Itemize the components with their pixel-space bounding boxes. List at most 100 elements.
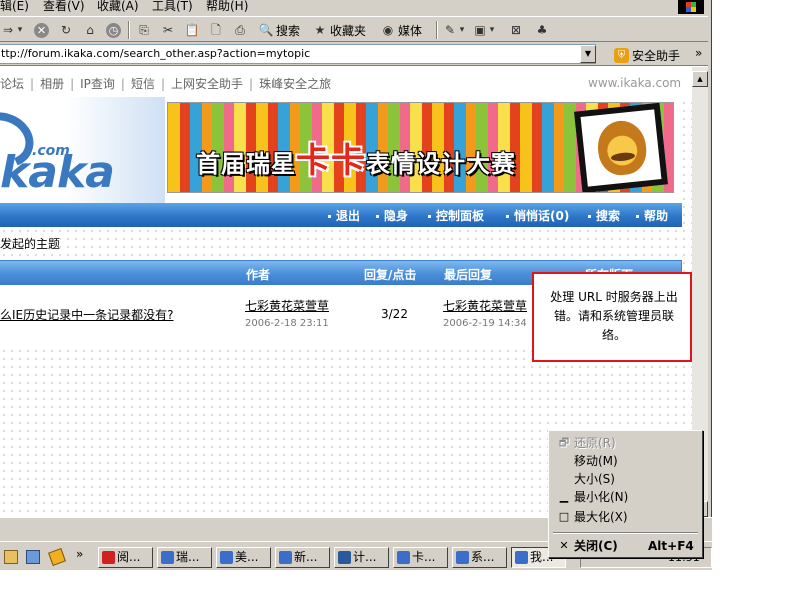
copy-icon: ⎘ bbox=[139, 23, 149, 37]
media-label: 媒体 bbox=[398, 23, 423, 38]
control-panel-link[interactable]: 控制面板 bbox=[428, 207, 484, 224]
cut-button[interactable]: ✂ bbox=[160, 21, 176, 39]
menu-move[interactable]: 移动(M) bbox=[551, 452, 700, 470]
paste-button[interactable]: 📋 bbox=[184, 21, 200, 39]
menu-minimize[interactable]: ▁ 最小化(N) bbox=[551, 488, 700, 506]
favorites-button[interactable]: ★ 收藏夹 bbox=[312, 21, 366, 39]
last-reply-author-link[interactable]: 七彩黄花菜萱草 bbox=[443, 297, 527, 314]
taskbar-button[interactable]: 阅... bbox=[98, 547, 153, 568]
top-nav-security-helper[interactable]: 上网安全助手 bbox=[171, 77, 243, 91]
taskbar-button[interactable]: 计... bbox=[334, 547, 389, 568]
nav-divider: | bbox=[70, 77, 75, 91]
top-nav-everest-tour[interactable]: 珠峰安全之旅 bbox=[259, 77, 331, 91]
ie-icon bbox=[515, 551, 528, 564]
top-nav-forum[interactable]: 论坛 bbox=[0, 77, 24, 91]
messages-link[interactable]: 悄悄话(0) bbox=[506, 207, 569, 224]
author-link[interactable]: 七彩黄花菜萱草 bbox=[245, 297, 329, 314]
toolbar-chevron-icon[interactable]: » bbox=[695, 46, 702, 60]
print-preview-button[interactable]: 🗋 bbox=[208, 21, 224, 39]
messenger-button[interactable]: ⊠ bbox=[508, 21, 524, 39]
forward-button[interactable]: ⇒ ▾ bbox=[0, 21, 24, 39]
taskbar-button[interactable]: 新... bbox=[275, 547, 330, 568]
menu-view[interactable]: 查看(V) bbox=[43, 0, 85, 12]
qq-button[interactable]: ♣ bbox=[534, 21, 550, 39]
menu-tools[interactable]: 工具(T) bbox=[152, 0, 193, 12]
print-button[interactable]: ⎙ bbox=[232, 21, 248, 39]
browser-toolbar: ⇒ ▾ ✕ ↻ ⌂ ◷ ⎘ ✂ 📋 🗋 ⎙ 🔍 搜索 ★ 收藏夹 ◉ 媒体 ✎ … bbox=[0, 16, 712, 42]
history-icon: ◷ bbox=[106, 22, 121, 38]
taskbar-button[interactable]: 瑞... bbox=[157, 547, 212, 568]
page-title: 发起的主题 bbox=[0, 235, 61, 252]
history-button[interactable]: ◷ bbox=[106, 21, 121, 39]
favorites-icon: ★ bbox=[314, 23, 326, 37]
taskbar-button[interactable]: 美... bbox=[216, 547, 271, 568]
quicklaunch-more-icon[interactable]: » bbox=[76, 547, 83, 561]
scroll-up-button[interactable]: ▲ bbox=[692, 71, 708, 87]
ie-icon bbox=[456, 551, 469, 564]
search-link[interactable]: 搜索 bbox=[588, 207, 620, 224]
logout-label: 退出 bbox=[336, 209, 361, 223]
media-icon: ◉ bbox=[382, 23, 394, 37]
header-replies-views: 回复/点击 bbox=[364, 268, 417, 282]
invisible-link[interactable]: 隐身 bbox=[376, 207, 408, 224]
edit-dropdown-icon[interactable]: ▾ bbox=[458, 22, 466, 38]
forward-dropdown-icon[interactable]: ▾ bbox=[16, 22, 24, 38]
quicklaunch-pen-icon[interactable] bbox=[48, 548, 66, 566]
stop-icon: ✕ bbox=[34, 22, 49, 38]
help-link[interactable]: 帮助 bbox=[636, 207, 668, 224]
site-domain[interactable]: www.ikaka.com bbox=[588, 76, 681, 90]
security-helper-button[interactable]: ⛨ 安全助手 bbox=[614, 46, 680, 64]
invisible-label: 隐身 bbox=[384, 209, 409, 223]
top-nav-album[interactable]: 相册 bbox=[40, 77, 64, 91]
toolbar-separator bbox=[436, 21, 438, 39]
discuss-button[interactable]: ▣ ▾ bbox=[472, 21, 496, 39]
refresh-button[interactable]: ↻ bbox=[58, 21, 74, 39]
taskbar-button[interactable]: 卡... bbox=[393, 547, 448, 568]
contest-banner[interactable]: 首届瑞星卡卡表情设计大赛 bbox=[167, 102, 674, 193]
computer-icon bbox=[338, 551, 351, 564]
quicklaunch-window-icon[interactable] bbox=[26, 550, 40, 564]
edit-page-button[interactable]: ✎ ▾ bbox=[442, 21, 466, 39]
menu-close-shortcut: Alt+F4 bbox=[648, 539, 694, 553]
topic-link[interactable]: 么IE历史记录中一条记录都没有? bbox=[0, 306, 174, 323]
taskbar-button[interactable]: 系... bbox=[452, 547, 507, 568]
toolbar-separator bbox=[128, 21, 130, 39]
search-button[interactable]: 🔍 搜索 bbox=[258, 21, 301, 39]
media-button[interactable]: ◉ 媒体 bbox=[380, 21, 422, 39]
replies-views-count: 3/22 bbox=[381, 307, 408, 321]
header-author: 作者 bbox=[246, 268, 271, 282]
menu-move-label: 移动(M) bbox=[574, 454, 618, 468]
home-button[interactable]: ⌂ bbox=[82, 21, 98, 39]
discuss-icon: ▣ bbox=[474, 23, 486, 37]
nav-divider: | bbox=[160, 77, 166, 91]
menu-close[interactable]: ✕ 关闭(C) Alt+F4 bbox=[551, 537, 700, 555]
search-icon: 🔍 bbox=[258, 23, 274, 37]
banner-title: 首届瑞星卡卡表情设计大赛 bbox=[196, 133, 516, 182]
banner-title-suffix: 表情设计大赛 bbox=[366, 150, 516, 178]
copy-button[interactable]: ⎘ bbox=[136, 21, 152, 39]
scissors-icon: ✂ bbox=[162, 23, 174, 37]
logout-link[interactable]: 退出 bbox=[328, 207, 360, 224]
address-dropdown-button[interactable]: ▼ bbox=[580, 45, 596, 63]
menu-favorites[interactable]: 收藏(A) bbox=[97, 0, 139, 12]
menu-close-label: 关闭(C) bbox=[574, 539, 618, 553]
menu-maximize-label: 最大化(X) bbox=[574, 510, 628, 524]
menu-edit[interactable]: 辑(E) bbox=[0, 0, 29, 12]
paste-icon: 📋 bbox=[184, 23, 200, 37]
discuss-dropdown-icon[interactable]: ▾ bbox=[488, 22, 496, 38]
menu-restore[interactable]: 🗗 还原(R) bbox=[551, 434, 700, 452]
stop-button[interactable]: ✕ bbox=[34, 21, 49, 39]
top-nav-sms[interactable]: 短信 bbox=[131, 77, 155, 91]
ikaka-logo[interactable]: .com kaka bbox=[0, 97, 165, 203]
reader-app-icon bbox=[102, 551, 115, 564]
menu-help[interactable]: 帮助(H) bbox=[206, 0, 248, 12]
print-preview-icon: 🗋 bbox=[211, 23, 221, 37]
lion-mascot-icon bbox=[595, 118, 649, 178]
menu-maximize[interactable]: □ 最大化(X) bbox=[551, 508, 700, 526]
shield-icon: ⛨ bbox=[614, 47, 629, 63]
address-input[interactable]: ttp://forum.ikaka.com/search_other.asp?a… bbox=[0, 44, 596, 64]
top-nav-ip-lookup[interactable]: IP查询 bbox=[80, 77, 115, 91]
menu-size[interactable]: 大小(S) bbox=[551, 470, 700, 488]
quicklaunch-desktop-icon[interactable] bbox=[4, 550, 18, 564]
nav-divider: | bbox=[249, 77, 254, 91]
